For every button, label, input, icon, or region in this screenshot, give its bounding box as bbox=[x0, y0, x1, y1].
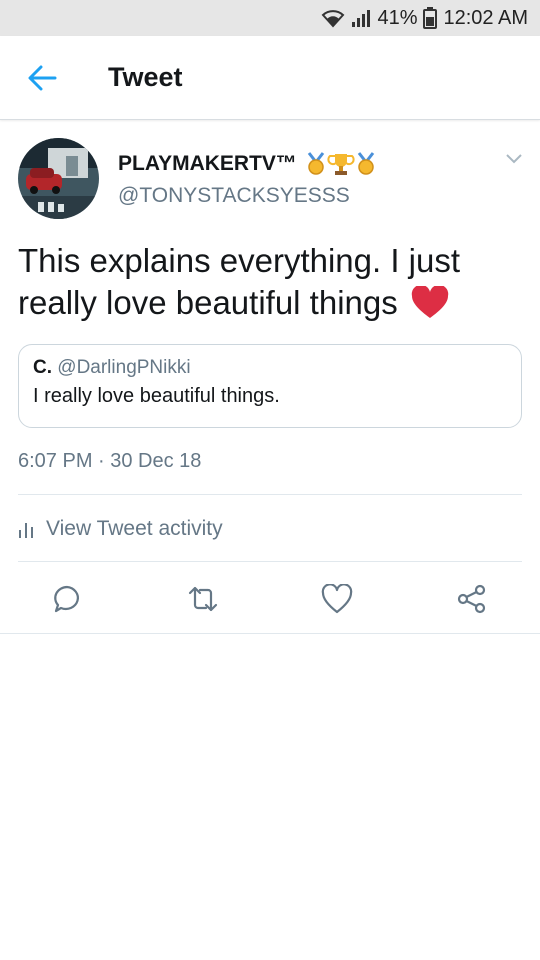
author-handle[interactable]: @TONYSTACKSYESSS bbox=[118, 184, 350, 208]
wifi-icon bbox=[321, 8, 345, 28]
app-bar: Tweet bbox=[0, 36, 540, 120]
like-button[interactable] bbox=[320, 582, 354, 616]
view-tweet-activity-link[interactable]: View Tweet activity bbox=[18, 512, 223, 546]
chevron-down-icon[interactable] bbox=[504, 152, 524, 166]
back-arrow-icon bbox=[28, 65, 57, 91]
quoted-tweet-header: C. @DarlingPNikki bbox=[33, 357, 507, 379]
tweet-text-content: This explains everything. I just really … bbox=[18, 242, 461, 321]
quoted-tweet[interactable]: C. @DarlingPNikki I really love beautifu… bbox=[18, 344, 522, 428]
battery-icon bbox=[423, 7, 438, 29]
share-icon bbox=[457, 584, 486, 614]
retweet-button[interactable] bbox=[186, 582, 220, 616]
heart-emoji-icon bbox=[411, 284, 449, 330]
signal-icon bbox=[351, 8, 371, 28]
emoji-badges bbox=[305, 152, 377, 176]
author-name-text: PLAYMAKERTV™ bbox=[118, 152, 297, 175]
tweet-actions bbox=[0, 578, 540, 622]
quoted-tweet-text: I really love beautiful things. bbox=[33, 385, 280, 407]
medal-icon bbox=[307, 152, 325, 175]
trophy-icon bbox=[327, 154, 355, 175]
share-button[interactable] bbox=[455, 582, 489, 616]
author-name[interactable]: PLAYMAKERTV™ bbox=[118, 152, 377, 176]
back-button[interactable] bbox=[22, 58, 62, 98]
divider bbox=[18, 561, 522, 562]
page-title: Tweet bbox=[108, 62, 183, 92]
like-icon bbox=[321, 584, 353, 614]
tweet-detail: PLAYMAKERTV™ @TONYSTACKSYESSS This expla… bbox=[0, 122, 540, 634]
status-bar: 41% 12:02 AM bbox=[0, 0, 540, 36]
quoted-author-handle: @DarlingPNikki bbox=[57, 357, 191, 378]
tweet-text: This explains everything. I just really … bbox=[18, 240, 518, 330]
clock: 12:02 AM bbox=[443, 6, 528, 29]
battery-percent: 41% bbox=[377, 6, 418, 29]
quoted-author-name: C. bbox=[33, 357, 52, 378]
divider bbox=[18, 494, 522, 495]
medal-icon bbox=[357, 152, 375, 175]
bar-chart-icon bbox=[18, 519, 34, 539]
tweet-timestamp: 6:07 PM · 30 Dec 18 bbox=[18, 450, 202, 472]
reply-button[interactable] bbox=[50, 582, 84, 616]
reply-icon bbox=[54, 585, 79, 613]
retweet-icon bbox=[188, 586, 218, 612]
activity-label: View Tweet activity bbox=[46, 517, 223, 540]
avatar[interactable] bbox=[18, 138, 99, 219]
